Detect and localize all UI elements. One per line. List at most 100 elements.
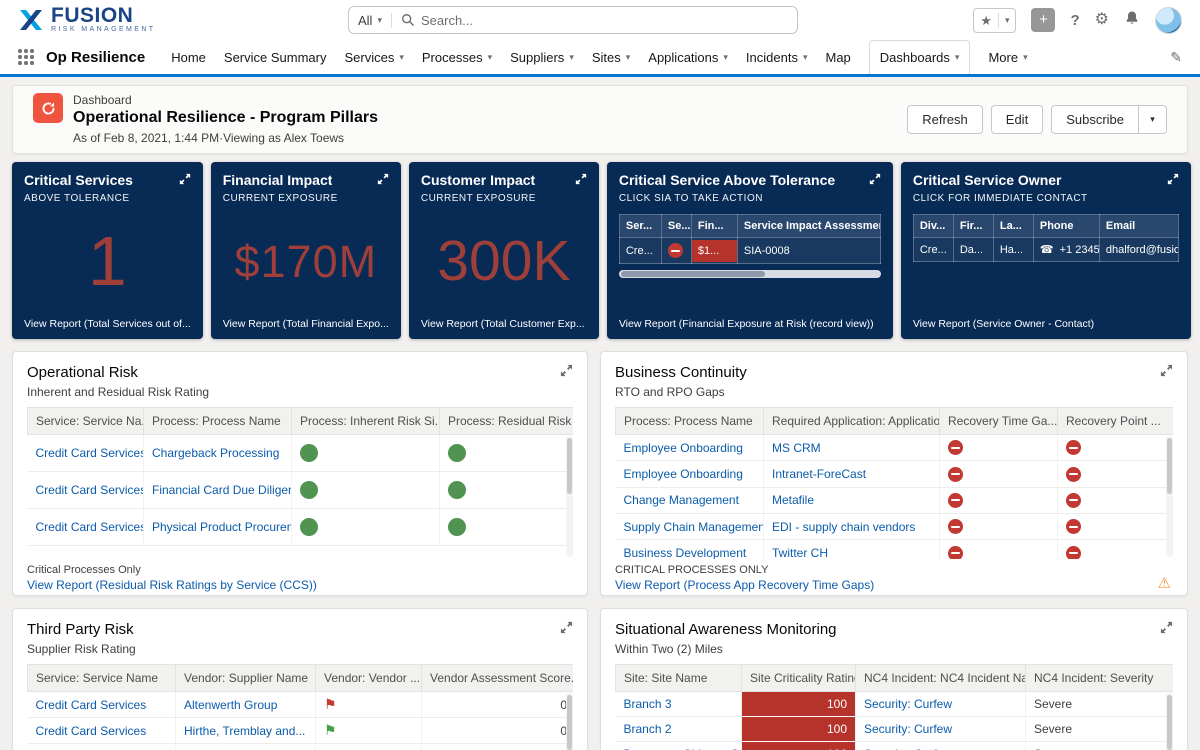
phone-link[interactable]: +1 2345 xyxy=(1057,244,1100,256)
app-launcher-icon[interactable] xyxy=(18,49,34,65)
gear-icon[interactable]: ⚙ xyxy=(1095,12,1109,28)
cell-link[interactable]: Physical Product Procurem... xyxy=(152,520,292,534)
column-header[interactable]: Fin... xyxy=(691,215,737,238)
tab-map[interactable]: Map xyxy=(826,40,851,74)
tab-sites[interactable]: Sites▾ xyxy=(592,40,630,74)
cell-link[interactable]: Intranet-ForeCast xyxy=(772,467,866,481)
cell-link[interactable]: Hirthe, Tremblay and... xyxy=(184,724,305,738)
tab-applications[interactable]: Applications▾ xyxy=(648,40,728,74)
expand-icon[interactable] xyxy=(560,621,573,639)
cell-link[interactable]: Altenwerth Group xyxy=(184,698,277,712)
view-report-link[interactable]: View Report (Financial Exposure at Risk … xyxy=(619,318,881,330)
search-scope-selector[interactable]: All ▾ xyxy=(358,13,392,28)
column-header[interactable]: Se... xyxy=(661,215,691,238)
refresh-button[interactable]: Refresh xyxy=(907,105,983,134)
tab-incidents[interactable]: Incidents▾ xyxy=(746,40,808,74)
column-header[interactable]: La... xyxy=(993,215,1033,238)
cell-link[interactable]: Credit Card Services xyxy=(36,724,147,738)
cell-link[interactable]: Da... xyxy=(960,244,983,256)
global-search[interactable]: All ▾ xyxy=(348,6,798,34)
expand-icon[interactable] xyxy=(1160,364,1173,382)
column-header[interactable]: Site: Site Name xyxy=(616,665,742,692)
column-header[interactable]: Phone xyxy=(1033,215,1099,238)
tab-suppliers[interactable]: Suppliers▾ xyxy=(510,40,574,74)
column-header[interactable]: Process: Process Name xyxy=(616,408,764,435)
cell-link[interactable]: EDI - supply chain vendors xyxy=(772,520,915,534)
expand-icon[interactable] xyxy=(179,172,191,190)
column-header[interactable]: NC4 Incident: Severity xyxy=(1026,665,1174,692)
table-row[interactable]: Downtown Chicago Offi...100Security: Cur… xyxy=(616,742,1174,750)
column-header[interactable]: Div... xyxy=(913,215,953,238)
scrollbar-thumb[interactable] xyxy=(1167,695,1172,750)
cell-link[interactable]: Credit Card Services xyxy=(36,483,144,497)
expand-icon[interactable] xyxy=(1160,621,1173,639)
cell-link[interactable]: Credit Card Services xyxy=(36,520,144,534)
cell-link[interactable]: Credit Card Services xyxy=(36,698,147,712)
cell-link[interactable]: Business Development xyxy=(624,546,747,559)
expand-icon[interactable] xyxy=(560,364,573,382)
view-report-link[interactable]: View Report (Residual Risk Ratings by Se… xyxy=(27,578,317,592)
table-row[interactable]: Credit Card ServicesMasterCard Card Ser.… xyxy=(28,744,574,750)
view-report-link[interactable]: View Report (Process App Recovery Time G… xyxy=(615,578,874,592)
table-row[interactable]: Credit Card ServicesChargeback Processin… xyxy=(28,435,574,472)
edit-pencil-icon[interactable]: ✎ xyxy=(1170,49,1182,66)
more-actions-dropdown[interactable]: ▾ xyxy=(1139,105,1167,134)
notifications-bell-icon[interactable] xyxy=(1124,10,1140,30)
favorites-button[interactable]: ★ ▾ xyxy=(973,8,1016,33)
scrollbar-thumb[interactable] xyxy=(567,438,572,494)
column-header[interactable]: Fir... xyxy=(953,215,993,238)
column-header[interactable]: Vendor Assessment Score... xyxy=(422,665,574,692)
table-row[interactable]: Supply Chain Management EDI - supply chai… xyxy=(616,513,1174,539)
expand-icon[interactable] xyxy=(377,172,389,190)
subscribe-button[interactable]: Subscribe xyxy=(1051,105,1139,134)
cell-link[interactable]: Employee Onboarding xyxy=(624,467,743,481)
cell-link[interactable]: Metafile xyxy=(772,493,814,507)
view-report-link[interactable]: View Report (Total Customer Exp... xyxy=(421,318,587,330)
table-row[interactable]: Cre...$1...SIA-0008 xyxy=(619,238,880,264)
view-report-link[interactable]: View Report (Total Financial Expo... xyxy=(223,318,389,330)
column-header[interactable]: Process: Inherent Risk Si... xyxy=(292,408,440,435)
column-header[interactable]: Vendor: Supplier Name xyxy=(176,665,316,692)
table-row[interactable]: Employee OnboardingMS CRM xyxy=(616,435,1174,461)
tab-home[interactable]: Home xyxy=(171,40,206,74)
column-header[interactable]: Ser... xyxy=(619,215,661,238)
column-header[interactable]: Recovery Time Ga... xyxy=(940,408,1058,435)
vertical-scrollbar[interactable] xyxy=(566,693,573,750)
column-header[interactable]: Service: Service Na... xyxy=(28,408,144,435)
cell-link[interactable]: Supply Chain Management xyxy=(624,520,764,534)
tab-dashboards[interactable]: Dashboards▾ xyxy=(869,40,971,74)
user-avatar[interactable] xyxy=(1155,7,1182,34)
column-header[interactable]: Service: Service Name xyxy=(28,665,176,692)
scrollbar-thumb[interactable] xyxy=(567,695,572,750)
cell-link[interactable]: Security: Curfew xyxy=(864,722,952,736)
table-row[interactable]: Credit Card Services Physical Product Pro… xyxy=(28,509,574,546)
help-icon[interactable]: ? xyxy=(1070,13,1079,28)
cell-link[interactable]: Twitter CH xyxy=(772,546,828,559)
table-row[interactable]: Employee Onboarding Intranet-ForeCast xyxy=(616,461,1174,487)
table-row[interactable]: Credit Card ServicesAltenwerth Group⚑0 xyxy=(28,692,574,718)
edit-button[interactable]: Edit xyxy=(991,105,1043,134)
tab-services[interactable]: Services▾ xyxy=(344,40,403,74)
column-header[interactable]: Process: Process Name xyxy=(144,408,292,435)
expand-icon[interactable] xyxy=(1167,172,1179,190)
column-header[interactable]: Email xyxy=(1099,215,1178,238)
column-header[interactable]: Vendor: Vendor ... xyxy=(316,665,422,692)
cell-link[interactable]: Ha... xyxy=(1000,244,1023,256)
cell-link[interactable]: Branch 2 xyxy=(624,722,672,736)
column-header[interactable]: Site Criticality Rating..↓ xyxy=(742,665,856,692)
vertical-scrollbar[interactable] xyxy=(1166,436,1173,557)
scrollbar-thumb[interactable] xyxy=(1167,438,1172,494)
view-report-link[interactable]: View Report (Total Services out of... xyxy=(24,318,191,330)
table-row[interactable]: Credit Card Services Hirthe, Tremblay and… xyxy=(28,718,574,744)
cell-link[interactable]: MS CRM xyxy=(772,441,821,455)
cell-link[interactable]: Change Management xyxy=(624,493,739,507)
cell-link[interactable]: dhalford@fusio... xyxy=(1106,244,1179,256)
cell-link[interactable]: Security: Curfew xyxy=(864,697,952,711)
cell-link[interactable]: Financial Card Due Diligence xyxy=(152,483,292,497)
vertical-scrollbar[interactable] xyxy=(566,436,573,557)
table-row[interactable]: Business Development Twitter CH xyxy=(616,540,1174,559)
column-header[interactable]: Required Application: Application N... xyxy=(764,408,940,435)
cell-link[interactable]: Chargeback Processing xyxy=(152,446,279,460)
expand-icon[interactable] xyxy=(869,172,881,190)
table-row[interactable]: Change Management Metafile xyxy=(616,487,1174,513)
